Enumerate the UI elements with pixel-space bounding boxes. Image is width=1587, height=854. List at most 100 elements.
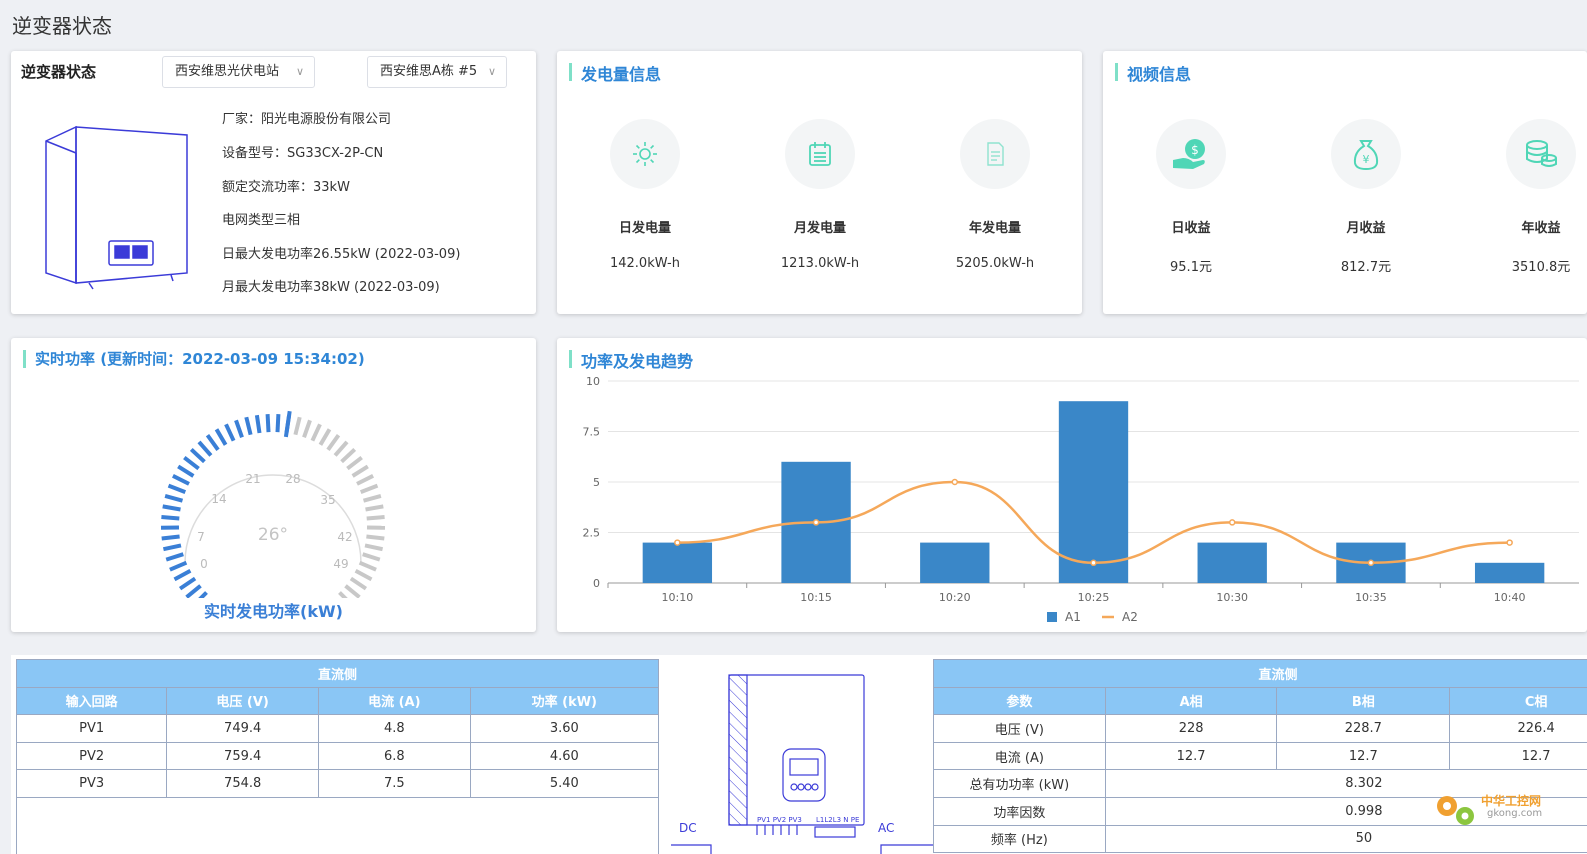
coin-stack-icon: [1506, 119, 1576, 189]
x-tick-label: 10:25: [1078, 591, 1110, 604]
info-daily-max: 日最大发电功率26.55kW (2022-03-09): [222, 247, 461, 262]
gauge-tick-mark: [366, 534, 385, 541]
gauge-value: 26°: [258, 525, 288, 545]
dc-header: 功率 (kW): [469, 686, 660, 716]
ac-header: C相: [1449, 686, 1587, 716]
stat-value: 1213.0kW-h: [780, 256, 860, 271]
gauge-tick-mark: [162, 504, 181, 512]
gauge-tick-mark: [164, 493, 184, 503]
gauge-tick-mark: [326, 434, 341, 451]
gauge-tick-mark: [214, 428, 228, 446]
gauge-tick-mark: [165, 552, 184, 562]
gauge-tick-mark: [302, 419, 312, 438]
watermark-line1: 中华工控网: [1481, 794, 1542, 808]
gauge-tick-mark: [189, 447, 206, 464]
gauge-tick-mark: [356, 474, 374, 486]
stat-value: 5205.0kW-h: [955, 256, 1035, 271]
station-select[interactable]: 西安维思光伏电站 ∨: [162, 56, 315, 88]
table-cell: 754.8: [166, 769, 319, 798]
bar-A1: [1058, 401, 1129, 583]
sun-icon: [610, 119, 680, 189]
status-card-title: 逆变器状态: [21, 63, 97, 81]
gauge-tick-mark: [310, 423, 322, 442]
gauge-tick-mark: [183, 456, 200, 471]
table-row: PV2 759.4 6.8 4.60: [15, 741, 660, 771]
energy-card-title: 发电量信息: [569, 61, 661, 85]
gauge-tick-mark: [354, 569, 373, 582]
gauge-tick-mark: [224, 423, 236, 442]
gauge-tick-mark: [318, 428, 332, 446]
gauge-tick-7: 7: [197, 530, 205, 544]
legend-label-A2: A2: [1122, 610, 1138, 624]
gauge-tick-mark: [275, 414, 281, 433]
gauge-tick-mark: [340, 447, 357, 464]
gauge-tick-mark: [344, 584, 361, 598]
power-trend-card: 功率及发电趋势 0 2.5 5 7.5 10 10:10 10:15 10:20 10:25 10…: [557, 338, 1587, 632]
pv-ports-label: PV1 PV2 PV3: [757, 816, 802, 824]
dc-header: 输入回路: [15, 686, 168, 716]
gauge-tick-mark: [293, 416, 302, 436]
trend-chart: 0 2.5 5 7.5 10 10:10 10:15 10:20 10:25 10:30 10:35…: [583, 375, 1579, 624]
hand-coin-icon: $: [1156, 119, 1226, 189]
table-cell: 3.60: [469, 714, 660, 743]
stat-daily-revenue: $ 日收益 95.1元: [1121, 119, 1261, 275]
building-select[interactable]: 西安维思A栋 #5 ∨: [367, 56, 507, 88]
stat-value: 812.7元: [1340, 260, 1392, 275]
gauge-tick-mark: [265, 414, 271, 433]
gauge-tick-mark: [346, 456, 363, 471]
table-row: 电压 (V) 228 228.7 226.4: [933, 714, 1587, 743]
stat-yearly-revenue: 年收益 3510.8元: [1471, 119, 1587, 275]
table-cell: 电流 (A): [933, 741, 1106, 771]
info-monthly-max: 月最大发电功率38kW (2022-03-09): [222, 280, 440, 295]
info-rated-power: 额定交流功率：33kW: [222, 180, 350, 195]
gauge-tick-mark: [205, 434, 220, 451]
point-A2: [1506, 539, 1513, 546]
gauge-tick-mark: [162, 543, 182, 552]
gauge-tick-mark: [167, 483, 187, 494]
gear-icon: [1437, 796, 1474, 825]
gauge-tick-mark: [178, 576, 197, 591]
point-A2: [1090, 559, 1097, 567]
stat-label: 年收益: [1521, 221, 1561, 236]
inverter-illustration-icon: [45, 125, 188, 290]
gauge-tick-mark: [177, 464, 195, 478]
document-icon: [960, 119, 1030, 189]
table-cell: 226.4: [1449, 714, 1587, 743]
gauge-tick-mark: [197, 440, 213, 457]
x-tick-label: 10:30: [1216, 591, 1248, 604]
dc-table-panel: 直流侧 输入回路 电压 (V) 电流 (A) 功率 (kW) PV1 749.4…: [11, 655, 1587, 854]
gauge-tick-mark: [351, 464, 369, 478]
dc-table: 直流侧 输入回路 电压 (V) 电流 (A) 功率 (kW) PV1 749.4…: [15, 659, 660, 798]
table-cell: PV3: [15, 769, 168, 798]
svg-text:¥: ¥: [1363, 153, 1370, 166]
gauge-tick-mark: [365, 504, 384, 512]
table-cell: 功率因数: [933, 796, 1106, 826]
info-grid-type: 电网类型三相: [222, 213, 301, 228]
revenue-info-card: 视频信息 $ 日收益 95.1元 ¥ 月收益 812.7元 年收益 3510.8…: [1103, 51, 1587, 314]
table-cell: 749.4: [166, 714, 319, 743]
table-cell: 12.7: [1449, 741, 1587, 771]
x-tick-label: 10:15: [800, 591, 832, 604]
x-tick-label: 10:20: [939, 591, 971, 604]
table-cell: 频率 (Hz): [933, 824, 1106, 854]
table-cell: 228: [1104, 714, 1278, 743]
gauge-tick-mark: [333, 440, 349, 457]
stat-daily-energy: 日发电量 142.0kW-h: [575, 119, 715, 271]
watermark-logo: 中华工控网 gkong.com: [1433, 790, 1563, 830]
y-tick-label: 0: [593, 577, 600, 590]
dc-label: DC: [679, 821, 697, 835]
gauge-tick-mark: [173, 569, 192, 582]
table-cell: 228.7: [1276, 714, 1451, 743]
gauge-tick-mark: [358, 560, 377, 572]
table-row: PV3 754.8 7.5 5.40: [15, 769, 660, 798]
table-cell: 12.7: [1276, 741, 1451, 771]
gauge-tick-49: 49: [333, 557, 348, 571]
gauge-tick-mark: [161, 534, 180, 541]
gauge-tick-mark: [169, 560, 188, 572]
gauge-tick-mark: [234, 419, 244, 438]
gauge-tick-14: 14: [211, 492, 226, 506]
stat-value: 3510.8元: [1511, 260, 1571, 275]
dc-table-right-border: [658, 797, 659, 854]
ac-label: AC: [878, 821, 894, 835]
ac-header: 参数: [933, 686, 1106, 716]
